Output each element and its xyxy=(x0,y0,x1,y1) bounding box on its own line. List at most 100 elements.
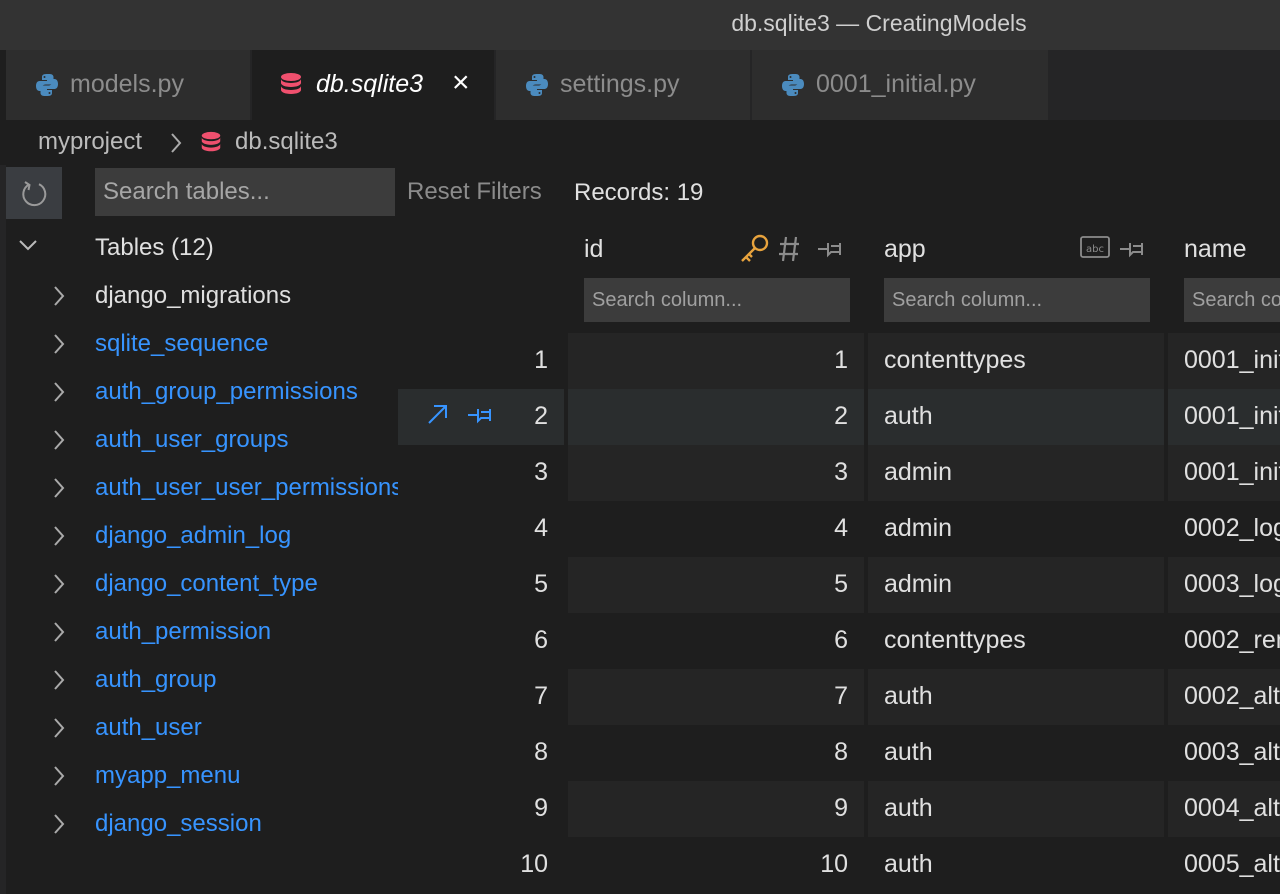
cell-id[interactable]: 3 xyxy=(568,445,864,501)
sidebar-table-item[interactable]: auth_user_groups xyxy=(6,419,398,467)
reset-filters-button[interactable]: Reset Filters xyxy=(407,178,542,206)
row-number: 10 xyxy=(520,850,548,878)
table-row[interactable]: 22auth0001_initial xyxy=(398,389,1280,445)
cell-id[interactable]: 6 xyxy=(568,613,864,669)
cell-id[interactable]: 4 xyxy=(568,501,864,557)
tab-db-sqlite3[interactable]: db.sqlite3 × xyxy=(252,50,494,120)
cell-name[interactable]: 0004_alter_user_username_opts xyxy=(1168,781,1280,837)
sidebar-table-item[interactable]: django_content_type xyxy=(6,563,398,611)
tab-settings-py[interactable]: settings.py xyxy=(496,50,750,120)
column-header-name[interactable]: name xyxy=(1184,235,1247,264)
tab-label: models.py xyxy=(70,70,184,98)
cell-app[interactable]: admin xyxy=(868,557,1164,613)
tab-label: db.sqlite3 xyxy=(316,70,424,98)
tables-group-header[interactable]: Tables (12) xyxy=(6,227,398,271)
close-icon[interactable]: × xyxy=(452,68,470,98)
cell-id[interactable]: 5 xyxy=(568,557,864,613)
cell-name[interactable]: 0005_alter_user_last_login_null xyxy=(1168,837,1280,893)
primary-key-icon xyxy=(741,234,769,262)
chevron-right-icon xyxy=(54,574,65,594)
table-row[interactable]: 1010auth0005_alter_user_last_login_null xyxy=(398,837,1280,893)
cell-name[interactable]: 0001_initial xyxy=(1168,389,1280,445)
table-name: auth_user xyxy=(95,714,202,741)
pin-icon[interactable] xyxy=(818,243,841,258)
cell-app[interactable]: admin xyxy=(868,501,1164,557)
table-row[interactable]: 11contenttypes0001_initial xyxy=(398,333,1280,389)
python-icon xyxy=(526,74,548,96)
sidebar-table-item[interactable]: django_migrations xyxy=(6,275,398,323)
chevron-right-icon xyxy=(54,334,65,354)
search-tables-input[interactable] xyxy=(95,168,395,216)
table-row[interactable]: 99auth0004_alter_user_username_opts xyxy=(398,781,1280,837)
sidebar-table-item[interactable]: auth_group_permissions xyxy=(6,371,398,419)
cell-id[interactable]: 7 xyxy=(568,669,864,725)
search-column-name[interactable] xyxy=(1184,278,1280,322)
cell-name[interactable]: 0001_initial xyxy=(1168,333,1280,389)
refresh-button[interactable] xyxy=(6,167,62,219)
cell-app[interactable]: admin xyxy=(868,445,1164,501)
row-number: 4 xyxy=(534,514,548,542)
table-name: auth_user_groups xyxy=(95,426,289,453)
cell-app[interactable]: auth xyxy=(868,837,1164,893)
tables-count-label: Tables (12) xyxy=(95,234,214,261)
row-number-cell: 4 xyxy=(398,501,564,557)
cell-name[interactable]: 0002_alter_permission_name_max_length xyxy=(1168,669,1280,725)
table-row[interactable]: 66contenttypes0002_remove_content_type_n… xyxy=(398,613,1280,669)
table-row[interactable]: 55admin0003_logentry_add_action_flag_cho… xyxy=(398,557,1280,613)
tab-0001-initial-py[interactable]: 0001_initial.py xyxy=(752,50,1048,120)
title-bar: db.sqlite3 — CreatingModels xyxy=(0,0,1280,50)
pin-row-icon[interactable] xyxy=(468,409,491,424)
pin-icon[interactable] xyxy=(1120,243,1143,258)
cell-app[interactable]: contenttypes xyxy=(868,613,1164,669)
table-name: sqlite_sequence xyxy=(95,330,269,357)
column-header-app[interactable]: app xyxy=(884,235,926,264)
cell-id[interactable]: 1 xyxy=(568,333,864,389)
sidebar-table-item[interactable]: django_admin_log xyxy=(6,515,398,563)
python-icon xyxy=(782,74,804,96)
sidebar-table-item[interactable]: auth_permission xyxy=(6,611,398,659)
cell-id[interactable]: 9 xyxy=(568,781,864,837)
breadcrumb: myproject db.sqlite3 xyxy=(6,120,1280,165)
row-number: 9 xyxy=(534,794,548,822)
chevron-right-icon xyxy=(54,670,65,690)
cell-name[interactable]: 0003_alter_user_email_max_length xyxy=(1168,725,1280,781)
row-number: 3 xyxy=(534,458,548,486)
row-number: 1 xyxy=(534,346,548,374)
search-column-app[interactable] xyxy=(884,278,1150,322)
table-row[interactable]: 88auth0003_alter_user_email_max_length xyxy=(398,725,1280,781)
table-row[interactable]: 77auth0002_alter_permission_name_max_len… xyxy=(398,669,1280,725)
open-row-icon[interactable] xyxy=(428,405,447,424)
row-number-cell: 8 xyxy=(398,725,564,781)
cell-id[interactable]: 8 xyxy=(568,725,864,781)
chevron-right-icon xyxy=(54,766,65,786)
table-row[interactable]: 33admin0001_initial xyxy=(398,445,1280,501)
sidebar-table-item[interactable]: auth_user_user_permissions xyxy=(6,467,398,515)
cell-app[interactable]: auth xyxy=(868,669,1164,725)
sidebar-table-item[interactable]: auth_user xyxy=(6,707,398,755)
breadcrumb-folder[interactable]: myproject xyxy=(38,128,142,156)
tab-models-py[interactable]: models.py xyxy=(6,50,250,120)
row-number: 6 xyxy=(534,626,548,654)
table-row[interactable]: 44admin0002_logentry_remove_auto_add xyxy=(398,501,1280,557)
sidebar-table-item[interactable]: django_session xyxy=(6,803,398,851)
cell-app[interactable]: contenttypes xyxy=(868,333,1164,389)
cell-name[interactable]: 0003_logentry_add_action_flag_choices xyxy=(1168,557,1280,613)
column-header-id[interactable]: id xyxy=(584,235,603,264)
row-number-cell: 2 xyxy=(398,389,564,445)
cell-app[interactable]: auth xyxy=(868,389,1164,445)
sidebar-table-item[interactable]: sqlite_sequence xyxy=(6,323,398,371)
breadcrumb-file[interactable]: db.sqlite3 xyxy=(235,128,338,156)
cell-id[interactable]: 2 xyxy=(568,389,864,445)
cell-id[interactable]: 10 xyxy=(568,837,864,893)
sidebar-table-item[interactable]: auth_group xyxy=(6,659,398,707)
cell-name[interactable]: 0002_remove_content_type_name xyxy=(1168,613,1280,669)
search-column-id[interactable] xyxy=(584,278,850,322)
cell-app[interactable]: auth xyxy=(868,725,1164,781)
sidebar-table-item[interactable]: myapp_menu xyxy=(6,755,398,803)
table-name: auth_permission xyxy=(95,618,272,645)
cell-app[interactable]: auth xyxy=(868,781,1164,837)
data-grid: Reset Filters Records: 19 id app abc xyxy=(398,165,1280,894)
row-number-cell: 7 xyxy=(398,669,564,725)
cell-name[interactable]: 0002_logentry_remove_auto_add xyxy=(1168,501,1280,557)
cell-name[interactable]: 0001_initial xyxy=(1168,445,1280,501)
